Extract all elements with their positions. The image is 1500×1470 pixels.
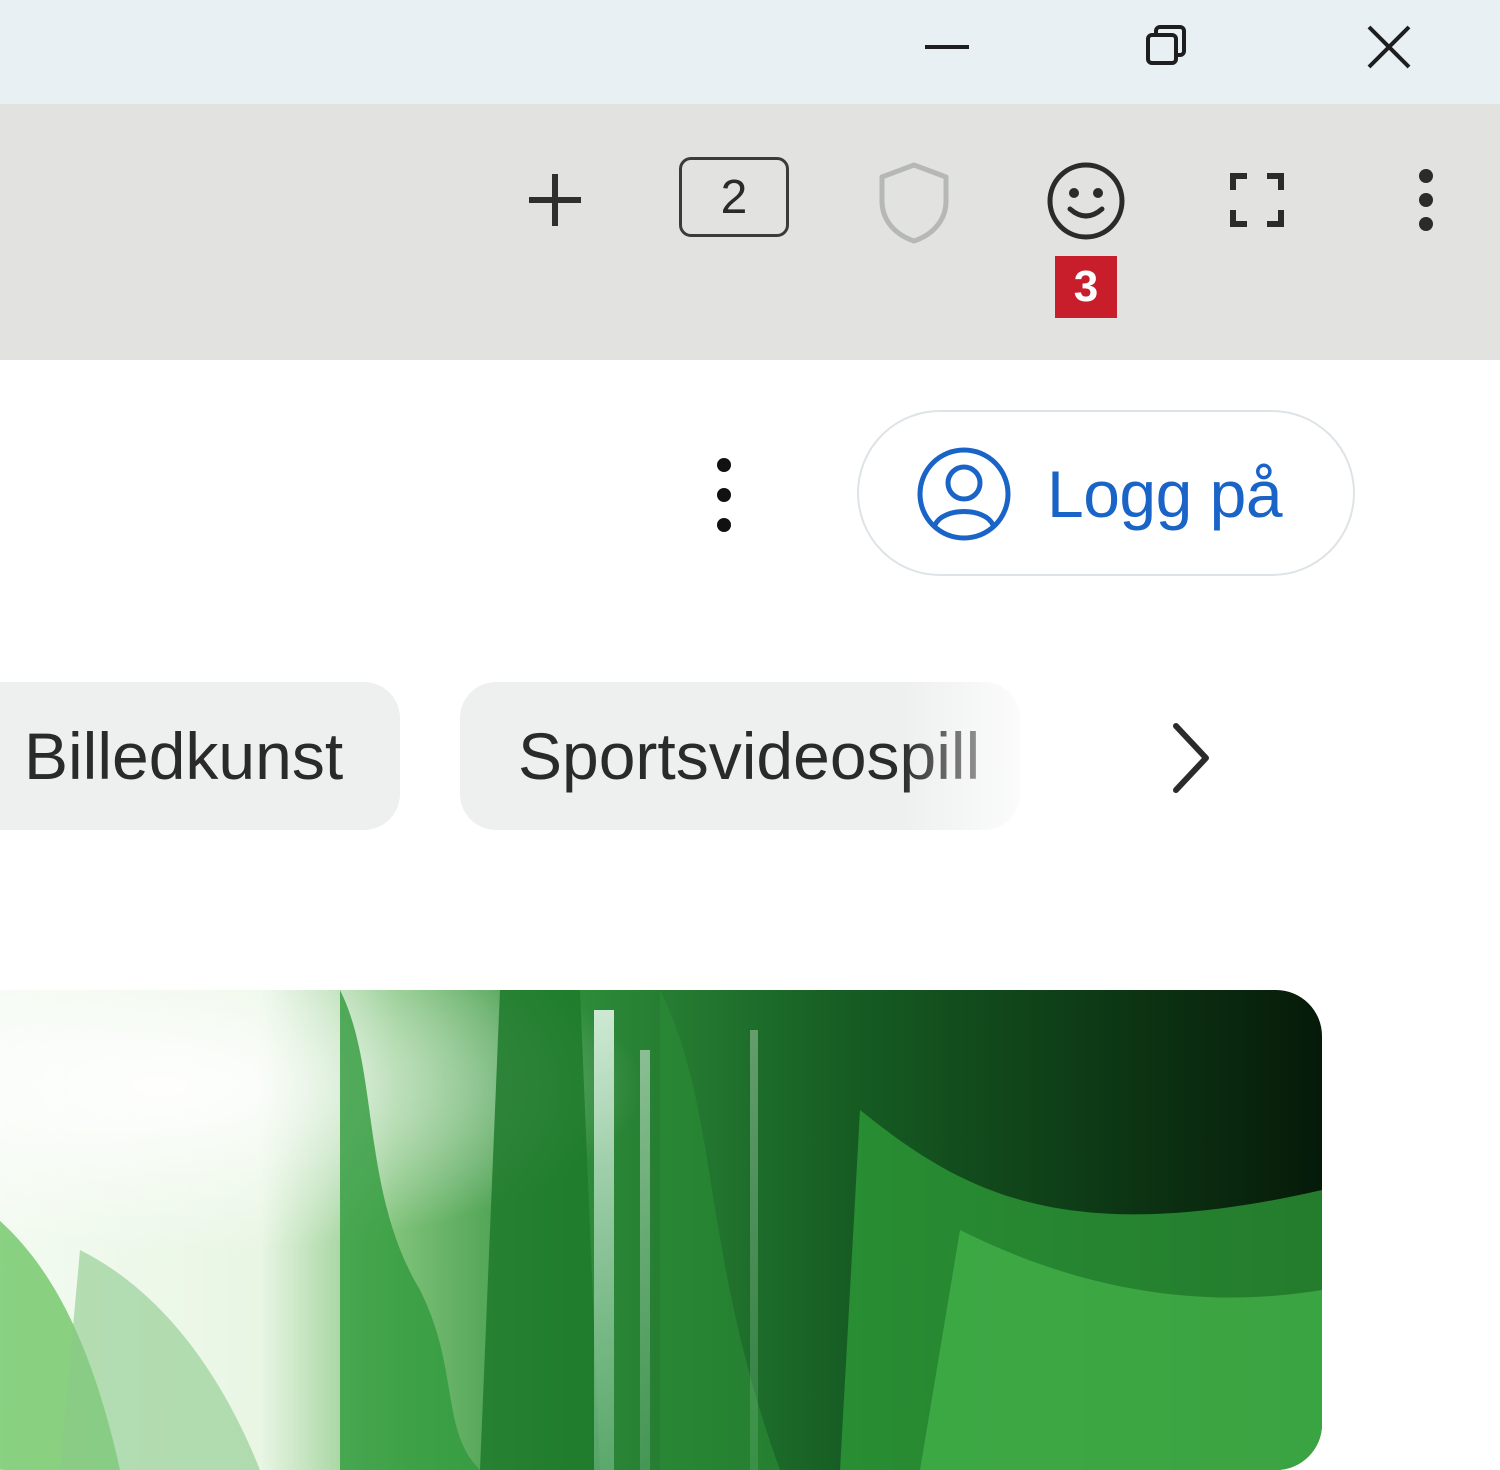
close-icon[interactable] [1354,14,1424,80]
tab-count-button[interactable]: 2 [679,157,789,237]
chip-scroll-fade [900,670,1130,842]
login-label: Logg på [1047,457,1283,531]
login-button[interactable]: Logg på [857,410,1355,576]
window-title-bar [0,0,1500,104]
chevron-right-icon[interactable] [1150,712,1230,804]
category-chip-billedkunst[interactable]: Billedkunst [0,682,400,830]
page-more-vertical-icon[interactable] [696,450,752,540]
smiley-icon[interactable] [1043,158,1129,244]
minimize-icon[interactable] [912,14,982,80]
restore-icon[interactable] [1131,14,1201,80]
plus-icon[interactable] [520,165,590,235]
more-vertical-icon[interactable] [1404,160,1448,240]
chip-label: Billedkunst [24,719,344,793]
notification-badge: 3 [1055,256,1117,318]
tab-count-label: 2 [720,170,748,224]
shield-icon[interactable] [872,158,956,246]
fullscreen-icon[interactable] [1222,165,1292,235]
forest-waterfall-image[interactable] [0,990,1322,1470]
user-circle-icon [915,445,1013,543]
